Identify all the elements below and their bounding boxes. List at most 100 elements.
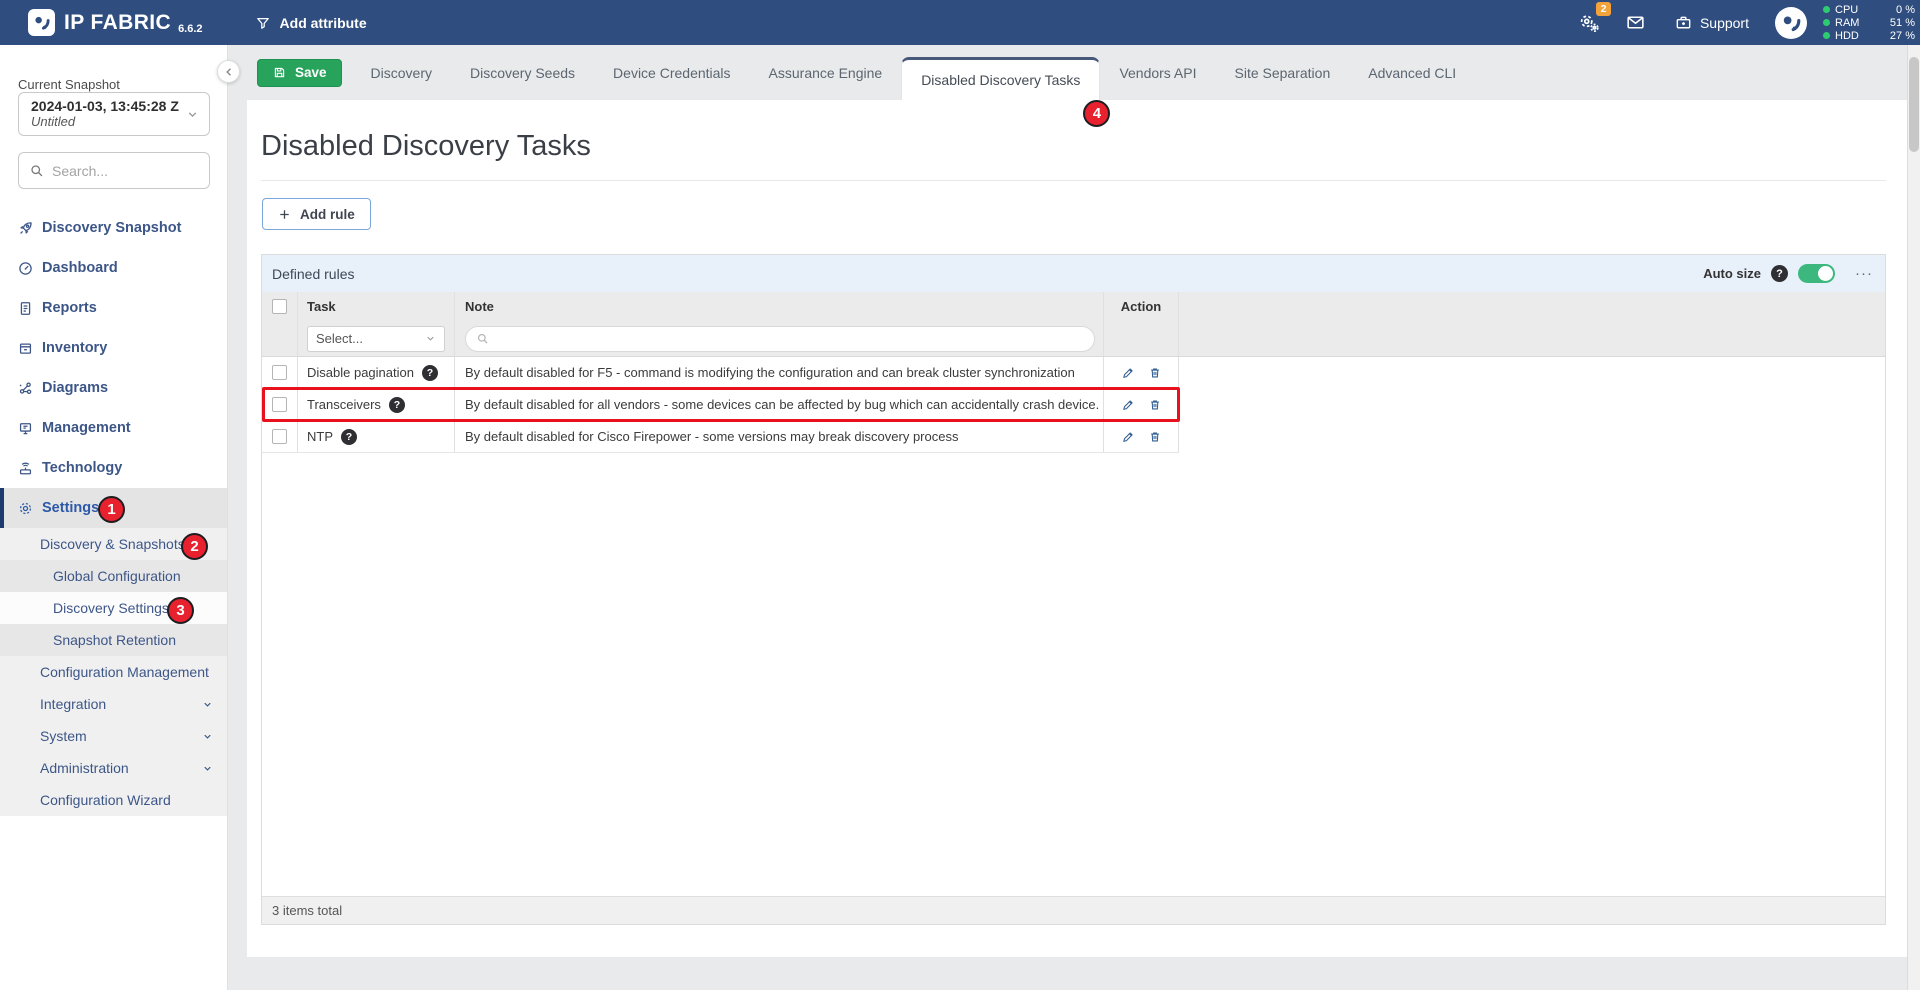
submenu-item-snapshot-retention[interactable]: Snapshot Retention (0, 624, 227, 656)
tab-site-separation[interactable]: Site Separation (1216, 45, 1350, 100)
title-divider (261, 180, 1886, 181)
submenu-item-administration[interactable]: Administration (0, 752, 227, 784)
help-icon[interactable]: ? (1771, 265, 1788, 282)
note-filter-text[interactable] (495, 331, 1084, 346)
select-all-checkbox[interactable] (272, 299, 287, 314)
autosize-label: Auto size (1703, 266, 1761, 281)
scrollbar-thumb[interactable] (1909, 57, 1919, 152)
report-document-icon (17, 300, 34, 317)
delete-trash-icon[interactable] (1148, 366, 1162, 380)
notification-badge: 2 (1596, 2, 1611, 16)
sidebar-item-management[interactable]: Management (0, 408, 227, 448)
task-name: Transceivers (307, 397, 381, 412)
page-title: Disabled Discovery Tasks (261, 130, 591, 163)
floppy-save-icon (272, 65, 287, 80)
system-settings-gears-icon[interactable]: 2 (1578, 11, 1601, 34)
row-checkbox[interactable] (272, 429, 287, 444)
technology-router-icon (17, 460, 34, 477)
mail-icon[interactable] (1625, 12, 1646, 33)
snapshot-selector[interactable]: 2024-01-03, 13:45:28 Z Untitled (18, 92, 210, 136)
ipfabric-logo-icon[interactable] (28, 9, 55, 36)
save-button[interactable]: Save (257, 59, 342, 87)
submenu-item-configuration-management[interactable]: Configuration Management (0, 656, 227, 688)
tab-advanced-cli[interactable]: Advanced CLI (1349, 45, 1475, 100)
plus-icon (278, 208, 291, 221)
panel-title: Defined rules (272, 266, 355, 282)
sidebar-item-dashboard[interactable]: Dashboard (0, 248, 227, 288)
tab-assurance-engine[interactable]: Assurance Engine (750, 45, 902, 100)
chevron-down-icon (202, 731, 213, 742)
autosize-toggle[interactable] (1798, 264, 1835, 283)
tab-discovery-seeds[interactable]: Discovery Seeds (451, 45, 594, 100)
table-row: NTP ? By default disabled for Cisco Fire… (262, 421, 1885, 453)
vertical-scrollbar (1907, 45, 1920, 990)
settings-tab-strip: Save Discovery Discovery Seeds Device Cr… (228, 45, 1920, 100)
table-row-highlighted: Transceivers ? By default disabled for a… (262, 389, 1885, 421)
rocket-icon (17, 220, 34, 237)
snapshot-title: 2024-01-03, 13:45:28 Z (31, 98, 181, 114)
task-filter-select[interactable]: Select... (307, 326, 445, 352)
table-empty-area (262, 453, 1885, 896)
tab-vendors-api[interactable]: Vendors API (1100, 45, 1215, 100)
edit-pencil-icon[interactable] (1121, 366, 1135, 380)
add-rule-button[interactable]: Add rule (262, 198, 371, 230)
rule-note: By default disabled for all vendors - so… (465, 397, 1099, 412)
search-icon (476, 332, 489, 345)
help-icon[interactable]: ? (341, 429, 357, 445)
tab-device-credentials[interactable]: Device Credentials (594, 45, 750, 100)
table-menu-button[interactable]: ··· (1855, 265, 1873, 282)
hdd-stat: HDD 27 % (1823, 29, 1915, 42)
task-name: NTP (307, 429, 333, 444)
funnel-icon (255, 15, 271, 31)
submenu-item-system[interactable]: System (0, 720, 227, 752)
edit-pencil-icon[interactable] (1121, 398, 1135, 412)
cpu-stat: CPU 0 % (1823, 3, 1915, 16)
dashboard-icon (17, 260, 34, 277)
row-checkbox[interactable] (272, 397, 287, 412)
chevron-down-icon (202, 763, 213, 774)
chevron-down-icon (186, 108, 199, 121)
row-checkbox[interactable] (272, 365, 287, 380)
user-avatar[interactable] (1775, 7, 1807, 39)
sidebar-search[interactable] (18, 152, 210, 189)
top-bar: IP FABRIC 6.6.2 Add attribute 2 (0, 0, 1920, 45)
current-snapshot-label: Current Snapshot (18, 77, 120, 92)
briefcase-icon (1674, 13, 1693, 32)
table-row: Disable pagination ? By default disabled… (262, 357, 1885, 389)
annotation-step-1: 1 (98, 496, 125, 523)
support-button[interactable]: Support (1674, 13, 1749, 32)
sidebar-item-discovery-snapshot[interactable]: Discovery Snapshot (0, 208, 227, 248)
submenu-item-configuration-wizard[interactable]: Configuration Wizard (0, 784, 227, 816)
items-total: 3 items total (272, 903, 342, 918)
system-stats: CPU 0 % RAM 51 % HDD 27 % (1823, 3, 1915, 42)
panel-header: Defined rules Auto size ? ··· (262, 255, 1885, 292)
annotation-step-2: 2 (181, 533, 208, 560)
sidebar-item-diagrams[interactable]: Diagrams (0, 368, 227, 408)
chevron-down-icon (425, 333, 436, 344)
gear-icon (17, 500, 34, 517)
table-filter-row: Select... (262, 321, 1885, 357)
sidebar-item-reports[interactable]: Reports (0, 288, 227, 328)
table-header-row: Task Note Action (262, 292, 1885, 321)
settings-submenu: Discovery & Snapshots Global Configurati… (0, 528, 227, 816)
tab-discovery[interactable]: Discovery (352, 45, 451, 100)
add-attribute-button[interactable]: Add attribute (255, 15, 367, 31)
rule-note: By default disabled for Cisco Firepower … (465, 429, 958, 444)
search-input[interactable] (52, 163, 182, 179)
edit-pencil-icon[interactable] (1121, 430, 1135, 444)
sidebar-collapse-button[interactable] (217, 60, 240, 83)
sidebar-item-technology[interactable]: Technology (0, 448, 227, 488)
delete-trash-icon[interactable] (1148, 430, 1162, 444)
main-content: Disabled Discovery Tasks Add rule Define… (247, 100, 1907, 957)
help-icon[interactable]: ? (422, 365, 438, 381)
submenu-item-global-configuration[interactable]: Global Configuration (0, 560, 227, 592)
submenu-item-integration[interactable]: Integration (0, 688, 227, 720)
chevron-down-icon (202, 699, 213, 710)
table-footer: 3 items total (262, 896, 1885, 924)
note-filter-input[interactable] (465, 326, 1095, 352)
help-icon[interactable]: ? (389, 397, 405, 413)
tab-disabled-discovery-tasks[interactable]: Disabled Discovery Tasks 4 (901, 57, 1100, 100)
sidebar-item-inventory[interactable]: Inventory (0, 328, 227, 368)
delete-trash-icon[interactable] (1148, 398, 1162, 412)
network-diagram-icon (17, 380, 34, 397)
